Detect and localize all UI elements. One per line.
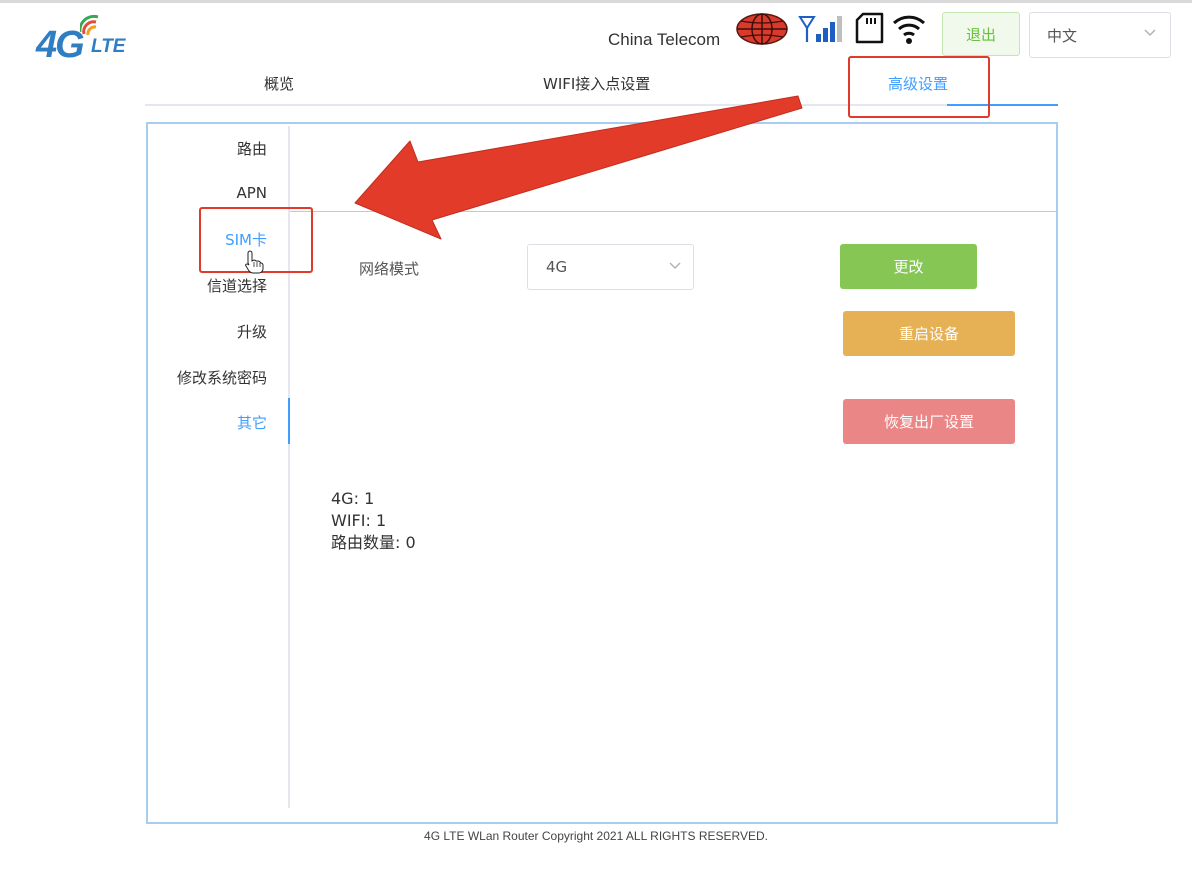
sidebar-item-password[interactable]: 修改系统密码 [177,367,267,388]
stat-label: 4G [331,489,354,508]
globe-icon [736,13,788,45]
factory-reset-button[interactable]: 恢复出厂设置 [843,399,1015,444]
sidebar-active-indicator [288,398,290,444]
sim-card-icon [855,12,884,44]
language-select-value: 中文 [1047,27,1078,45]
sidebar-item-apn[interactable]: APN [236,184,267,202]
carrier-name: China Telecom [608,30,721,49]
reboot-button[interactable]: 重启设备 [843,311,1015,356]
logo-4g-text: 4G [36,24,85,66]
language-select[interactable]: 中文 [1029,12,1171,58]
signal-icon [798,16,842,42]
logo: 4G LTE [36,14,136,70]
tab-overview[interactable]: 概览 [264,73,294,94]
stat-value: 0 [405,533,416,552]
stat-route-count: 路由数量: 0 [331,533,416,552]
stat-label: WIFI [331,511,366,530]
top-border [0,0,1192,3]
stat-4g: 4G: 1 [331,489,375,508]
network-mode-label: 网络模式 [359,260,420,278]
chevron-down-icon [669,262,681,270]
sidebar-item-upgrade[interactable]: 升级 [237,321,267,342]
annotation-box-advanced [848,56,990,118]
sidebar-item-other[interactable]: 其它 [237,412,267,433]
tab-wifi-settings[interactable]: WIFI接入点设置 [543,73,650,94]
stats-block: 4G: 1 WIFI: 1 路由数量: 0 [331,488,416,554]
stat-value: 1 [375,511,387,530]
change-button[interactable]: 更改 [840,244,977,289]
footer-copyright: 4G LTE WLan Router Copyright 2021 ALL RI… [424,829,768,843]
logo-lte-text: LTE [91,36,126,57]
network-mode-value: 4G [546,258,568,276]
network-mode-select[interactable]: 4G [527,244,694,290]
stat-wifi: WIFI: 1 [331,511,387,530]
sidebar-item-route[interactable]: 路由 [237,138,267,159]
stat-label: 路由数量 [331,533,396,552]
logout-button[interactable]: 退出 [942,12,1020,56]
hand-cursor-icon [245,250,264,274]
logo-waves-icon [80,14,99,36]
stat-value: 1 [364,489,375,508]
chevron-down-icon [1144,29,1156,37]
wifi-icon [892,15,926,44]
content-divider [290,211,1056,212]
sidebar-item-channel[interactable]: 信道选择 [207,275,267,296]
